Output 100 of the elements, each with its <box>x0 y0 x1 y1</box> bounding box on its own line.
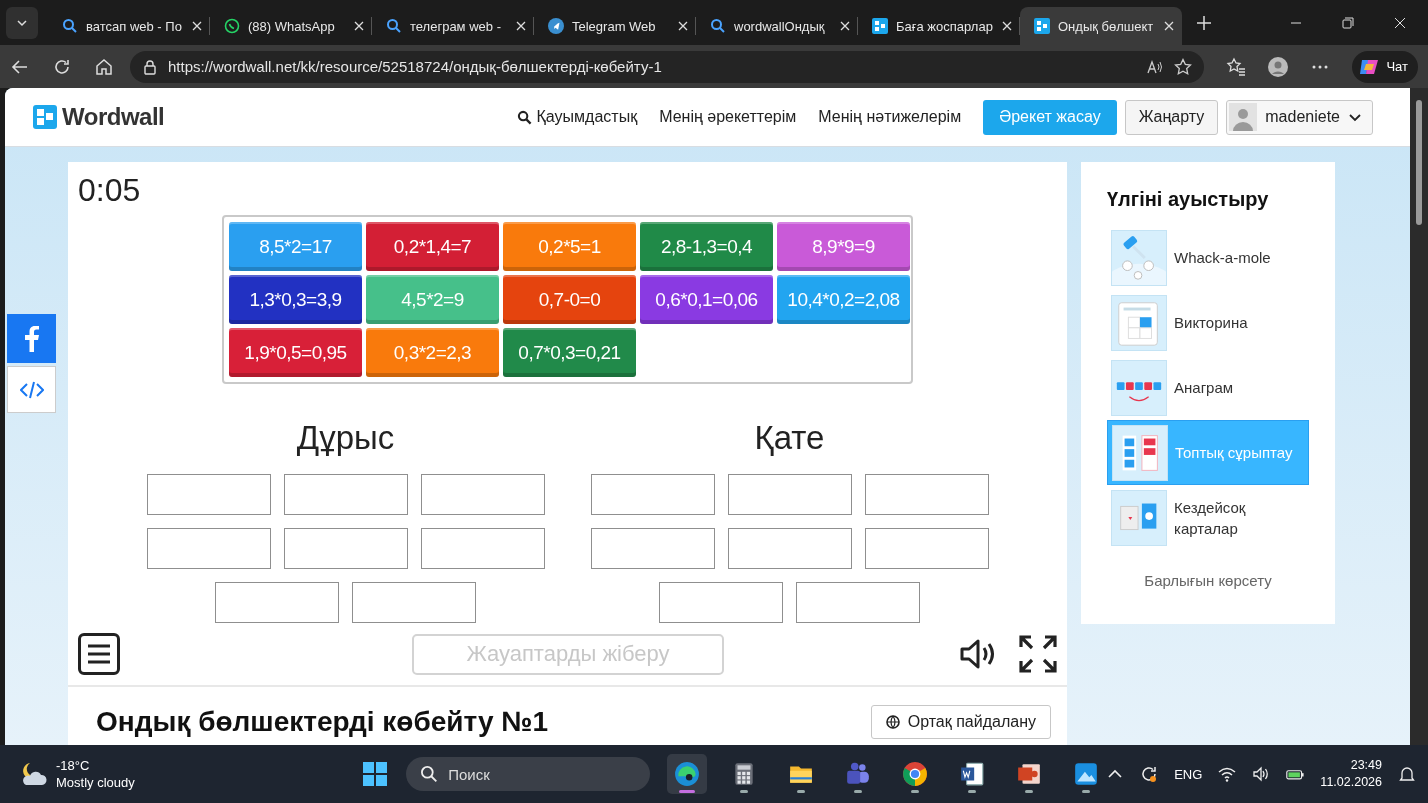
fullscreen-icon[interactable] <box>1019 635 1057 674</box>
drop-slot[interactable] <box>146 528 271 570</box>
wifi-icon[interactable] <box>1218 765 1237 783</box>
code-icon <box>19 379 44 400</box>
favorites-icon[interactable] <box>1226 56 1247 77</box>
facebook-icon <box>24 325 39 352</box>
close-icon[interactable] <box>1164 21 1174 31</box>
scrollbar-thumb[interactable] <box>1416 100 1422 225</box>
answer-tile[interactable]: 0,2*1,4=7 <box>366 222 499 271</box>
menu-icon <box>87 643 111 666</box>
search-icon <box>710 18 726 34</box>
volume-icon[interactable] <box>1252 765 1271 783</box>
drop-slot[interactable] <box>215 582 339 624</box>
close-icon[interactable] <box>516 21 526 31</box>
drop-slot[interactable] <box>727 474 852 516</box>
browser-tab[interactable]: (88) WhatsApp <box>210 7 372 45</box>
share-button[interactable]: Ортақ пайдалану <box>870 705 1051 739</box>
chat-button[interactable]: Чат <box>1352 50 1418 83</box>
drop-slot[interactable] <box>146 474 271 516</box>
grid-logo-icon <box>1034 18 1050 34</box>
close-icon[interactable] <box>354 21 364 31</box>
search-icon <box>386 18 402 34</box>
activity-title: Ондық бөлшектерді көбейту №1 <box>96 706 549 738</box>
close-icon[interactable] <box>192 21 202 31</box>
drop-slot[interactable] <box>283 474 408 516</box>
search-icon <box>62 18 78 34</box>
clock-date[interactable]: 11.02.2026 <box>1320 774 1382 791</box>
drop-slot[interactable] <box>727 528 852 570</box>
close-icon[interactable] <box>1394 16 1406 29</box>
answer-tile[interactable]: 0,7-0=0 <box>503 275 636 324</box>
browser-tab[interactable]: ватсап web - По <box>48 7 210 45</box>
globe-icon <box>885 715 900 729</box>
embed-button[interactable] <box>7 366 56 413</box>
drop-slot[interactable] <box>864 474 989 516</box>
search-icon <box>516 109 532 125</box>
quiz-grid-icon <box>1111 294 1167 351</box>
close-icon[interactable] <box>1002 21 1012 31</box>
drop-slot[interactable] <box>283 528 408 570</box>
taskbar-search-field[interactable]: Поиск <box>406 757 651 791</box>
drop-slot[interactable] <box>796 582 920 624</box>
nav-link[interactable]: Қауымдастық <box>516 108 638 126</box>
browser-logo-icon[interactable] <box>902 761 929 787</box>
answer-tile[interactable]: 0,6*0,1=0,06 <box>640 275 773 324</box>
avatar-icon <box>1229 103 1258 131</box>
profile-icon[interactable] <box>1268 56 1289 77</box>
browser-tab[interactable]: Баға жоспарлар <box>858 7 1020 45</box>
people-icon[interactable] <box>845 761 872 787</box>
clock-time[interactable]: 23:49 <box>1350 757 1382 774</box>
group-heading: Дұрыс <box>296 418 395 459</box>
nav-link[interactable]: Менің әрекеттерім <box>659 108 797 126</box>
grid-logo-icon <box>872 18 888 34</box>
home-icon[interactable] <box>94 56 114 77</box>
answer-tile[interactable]: 2,8-1,3=0,4 <box>640 222 773 271</box>
browser-tab[interactable]: Telegram Web <box>534 7 696 45</box>
browser-tab[interactable]: Ондық бөлшект <box>1020 7 1182 45</box>
address-field[interactable]: https://wordwall.net/kk/resource/52518724/ондық-бөлшектерді-көбейту-1 <box>130 50 1205 83</box>
logo[interactable]: Wordwall <box>33 103 165 131</box>
document-icon[interactable] <box>959 761 986 787</box>
restore-icon[interactable] <box>1342 16 1354 29</box>
menu-button[interactable] <box>78 633 120 676</box>
close-icon[interactable] <box>840 21 850 31</box>
timer: 0:05 <box>78 171 141 210</box>
browser-tab[interactable]: wordwallОндық <box>696 7 858 45</box>
template-item[interactable]: Анаграм <box>1107 355 1309 420</box>
sync-icon[interactable] <box>1140 765 1159 783</box>
mallet-icon <box>1111 229 1167 286</box>
panel-title: Үлгіні ауыстыру <box>1107 188 1270 211</box>
close-icon[interactable] <box>678 21 688 31</box>
photo-icon[interactable] <box>1073 761 1100 787</box>
answer-tile[interactable]: 1,9*0,5=0,95 <box>229 328 362 377</box>
star-icon[interactable] <box>1174 57 1193 76</box>
wave-logo-icon[interactable] <box>674 761 701 787</box>
chat-bubble-icon <box>224 18 240 34</box>
notifications-icon[interactable] <box>1398 765 1416 783</box>
drop-slot[interactable] <box>352 582 476 624</box>
start-icon[interactable] <box>361 760 390 788</box>
slides-icon[interactable] <box>1016 761 1043 787</box>
user-menu[interactable]: madeniete <box>1226 99 1373 135</box>
drop-slot[interactable] <box>659 582 783 624</box>
paper-plane-icon <box>548 18 564 34</box>
drop-slot[interactable] <box>590 528 715 570</box>
cards-icon <box>1111 489 1167 546</box>
drop-slot[interactable] <box>420 528 545 570</box>
drop-slot[interactable] <box>864 528 989 570</box>
upgrade-button[interactable]: Жаңарту <box>1124 99 1219 135</box>
show-all-link[interactable]: Барлығын көрсету <box>1144 572 1272 589</box>
language-indicator[interactable]: ENG <box>1174 766 1203 782</box>
weather-condition: Mostly cloudy <box>56 774 135 791</box>
template-item[interactable]: Викторина <box>1107 290 1309 355</box>
drop-slot[interactable] <box>420 474 545 516</box>
tab-list-button[interactable] <box>6 6 38 39</box>
answer-tile[interactable]: 8,9*9=9 <box>777 222 910 271</box>
answer-tile[interactable]: 0,7*0,3=0,21 <box>503 328 636 377</box>
plus-icon[interactable] <box>1196 14 1212 31</box>
facebook-share-button[interactable] <box>7 314 56 363</box>
nav-link[interactable]: Менің нәтижелерім <box>818 108 962 126</box>
drop-slot[interactable] <box>590 474 715 516</box>
answer-tile[interactable]: 1,3*0,3=3,9 <box>229 275 362 324</box>
template-item[interactable]: Кездейсоқ карталар <box>1107 485 1309 550</box>
browser-tab[interactable]: телеграм web - <box>372 7 534 45</box>
